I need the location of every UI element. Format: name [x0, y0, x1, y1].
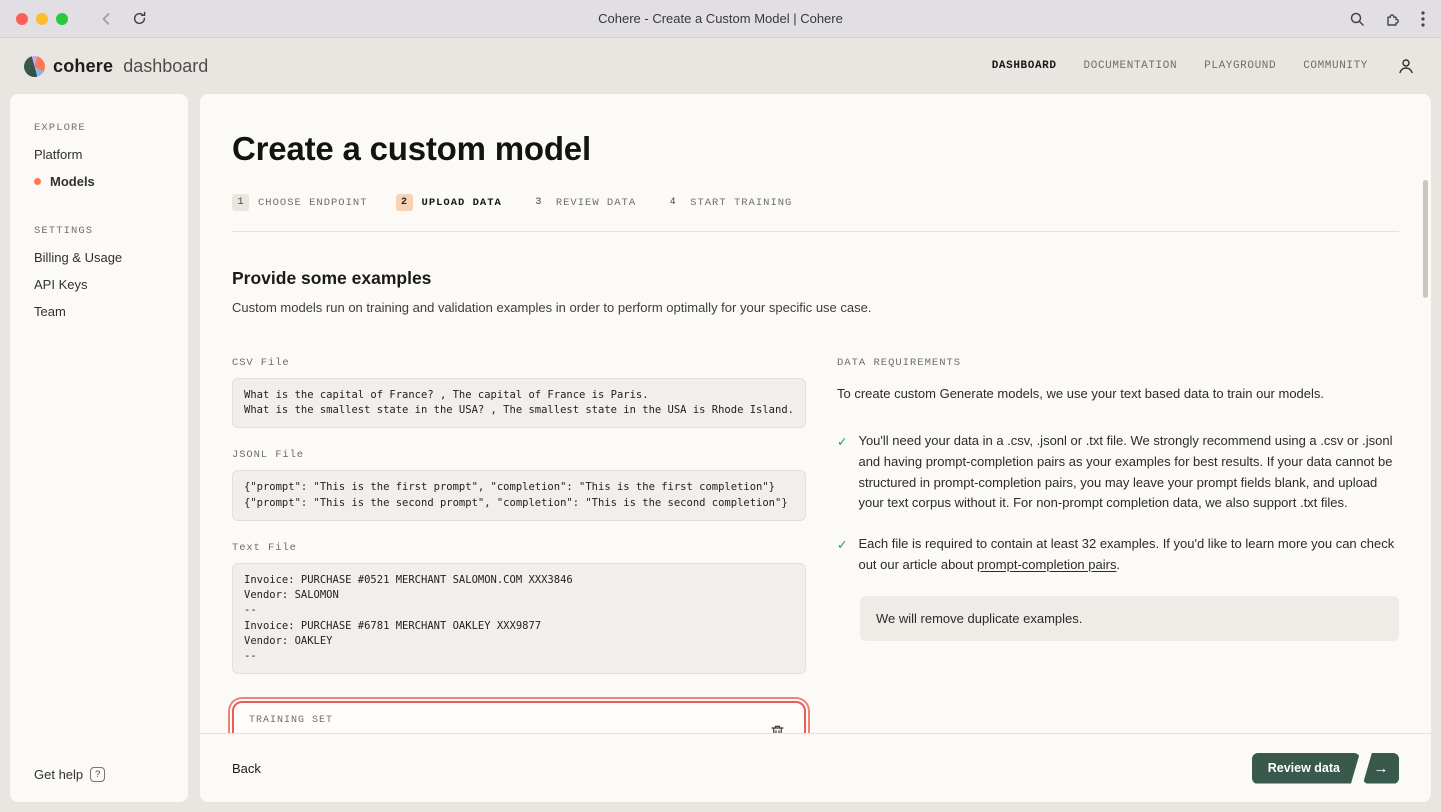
section-title: Provide some examples — [232, 268, 1399, 289]
text-file-label: Text File — [232, 542, 806, 554]
sidebar-item-label: Platform — [34, 147, 82, 162]
window-controls — [16, 13, 68, 25]
page-content: EXPLORE Platform Models SETTINGS Billing… — [0, 94, 1441, 812]
browser-chrome: Cohere - Create a Custom Model | Cohere — [0, 0, 1441, 38]
training-set-meta: TRAINING SET content_rephrasing_train.js… — [249, 715, 423, 733]
duplicates-note: We will remove duplicate examples. — [860, 596, 1399, 641]
examples-column: CSV File What is the capital of France? … — [232, 357, 806, 733]
review-data-arrow-button[interactable]: → — [1363, 753, 1399, 784]
search-icon[interactable] — [1349, 11, 1365, 27]
examples-columns: CSV File What is the capital of France? … — [232, 357, 1399, 733]
requirement-item: ✓ Each file is required to contain at le… — [837, 534, 1399, 576]
browser-nav-buttons — [98, 11, 147, 27]
close-window-button[interactable] — [16, 13, 28, 25]
get-help-label: Get help — [34, 767, 83, 782]
nav-documentation[interactable]: DOCUMENTATION — [1084, 60, 1178, 72]
requirements-intro: To create custom Generate models, we use… — [837, 386, 1399, 401]
step-label: START TRAINING — [690, 197, 792, 209]
requirements-column: DATA REQUIREMENTS To create custom Gener… — [837, 357, 1399, 733]
step-label: CHOOSE ENDPOINT — [258, 197, 368, 209]
requirement-text-end: . — [1116, 557, 1120, 572]
extensions-puzzle-icon[interactable] — [1385, 11, 1401, 27]
browser-tab-title: Cohere - Create a Custom Model | Cohere — [598, 11, 843, 26]
sidebar-item-team[interactable]: Team — [34, 304, 166, 319]
step-number: 1 — [232, 194, 249, 211]
wizard-footer: Back Review data → — [200, 733, 1431, 802]
back-icon[interactable] — [98, 11, 114, 27]
section-description: Custom models run on training and valida… — [232, 300, 1399, 315]
nav-dashboard[interactable]: DASHBOARD — [992, 60, 1057, 72]
brand-name: cohere — [53, 56, 113, 77]
jsonl-example-box: {"prompt": "This is the first prompt", "… — [232, 470, 806, 520]
sidebar-section-explore: EXPLORE — [34, 122, 166, 134]
get-help-link[interactable]: Get help ? — [34, 767, 166, 782]
sidebar-item-label: Billing & Usage — [34, 250, 122, 265]
sidebar: EXPLORE Platform Models SETTINGS Billing… — [10, 94, 188, 802]
sidebar-item-label: Models — [50, 174, 95, 189]
step-start-training[interactable]: 4 START TRAINING — [664, 194, 792, 211]
requirement-item: ✓ You'll need your data in a .csv, .json… — [837, 431, 1399, 514]
step-number: 4 — [664, 194, 681, 211]
data-requirements-title: DATA REQUIREMENTS — [837, 357, 1399, 369]
sidebar-item-billing-usage[interactable]: Billing & Usage — [34, 250, 166, 265]
csv-example-box: What is the capital of France? , The cap… — [232, 378, 806, 428]
requirement-text: Each file is required to contain at leas… — [858, 534, 1399, 576]
training-set-upload-box[interactable]: TRAINING SET content_rephrasing_train.js… — [232, 701, 806, 733]
sidebar-item-platform[interactable]: Platform — [34, 147, 166, 162]
minimize-window-button[interactable] — [36, 13, 48, 25]
browser-toolbar-icons — [1349, 11, 1425, 27]
text-example-box: Invoice: PURCHASE #0521 MERCHANT SALOMON… — [232, 563, 806, 674]
provide-examples-section: Provide some examples Custom models run … — [232, 268, 1399, 315]
cohere-logo-icon — [24, 56, 45, 77]
review-data-button[interactable]: Review data — [1252, 753, 1360, 784]
review-data-button-group: Review data → — [1252, 753, 1399, 784]
main-panel: Create a custom model 1 CHOOSE ENDPOINT … — [200, 94, 1431, 802]
requirement-text-part: Each file is required to contain at leas… — [858, 536, 1394, 572]
active-dot-icon — [34, 178, 41, 185]
reload-icon[interactable] — [132, 11, 147, 26]
nav-playground[interactable]: PLAYGROUND — [1204, 60, 1276, 72]
sidebar-item-label: API Keys — [34, 277, 87, 292]
back-button[interactable]: Back — [232, 761, 261, 776]
jsonl-file-label: JSONL File — [232, 449, 806, 461]
sidebar-item-api-keys[interactable]: API Keys — [34, 277, 166, 292]
step-review-data[interactable]: 3 REVIEW DATA — [530, 194, 636, 211]
step-number: 2 — [396, 194, 413, 211]
page-title: Create a custom model — [232, 130, 1399, 168]
sidebar-item-label: Team — [34, 304, 66, 319]
requirement-text: You'll need your data in a .csv, .jsonl … — [858, 431, 1399, 514]
zoom-window-button[interactable] — [56, 13, 68, 25]
main-body: Create a custom model 1 CHOOSE ENDPOINT … — [200, 94, 1431, 733]
delete-file-button[interactable] — [766, 720, 789, 733]
scrollbar-thumb[interactable] — [1423, 180, 1428, 298]
help-question-icon: ? — [90, 767, 105, 782]
csv-file-label: CSV File — [232, 357, 806, 369]
sidebar-section-settings: SETTINGS — [34, 225, 166, 237]
sidebar-item-models[interactable]: Models — [34, 174, 166, 189]
browser-window: Cohere - Create a Custom Model | Cohere … — [0, 0, 1441, 812]
profile-icon[interactable] — [1397, 57, 1415, 75]
stepper: 1 CHOOSE ENDPOINT 2 UPLOAD DATA 3 REVIEW… — [232, 194, 1399, 232]
cohere-brand[interactable]: cohere dashboard — [24, 56, 208, 77]
step-label: REVIEW DATA — [556, 197, 636, 209]
sidebar-spacer — [34, 201, 166, 225]
check-icon: ✓ — [837, 431, 847, 514]
arrow-right-icon: → — [1374, 760, 1389, 777]
check-icon: ✓ — [837, 534, 847, 576]
top-navigation: DASHBOARD DOCUMENTATION PLAYGROUND COMMU… — [992, 57, 1415, 75]
training-set-label: TRAINING SET — [249, 715, 423, 726]
step-upload-data[interactable]: 2 UPLOAD DATA — [396, 194, 502, 211]
nav-community[interactable]: COMMUNITY — [1303, 60, 1368, 72]
app-header: cohere dashboard DASHBOARD DOCUMENTATION… — [0, 38, 1441, 94]
step-choose-endpoint[interactable]: 1 CHOOSE ENDPOINT — [232, 194, 368, 211]
step-label: UPLOAD DATA — [422, 197, 502, 209]
brand-product: dashboard — [123, 56, 208, 77]
prompt-completion-pairs-link[interactable]: prompt-completion pairs — [977, 557, 1116, 572]
step-number: 3 — [530, 194, 547, 211]
trash-icon — [770, 724, 785, 733]
browser-menu-icon[interactable] — [1421, 11, 1425, 27]
